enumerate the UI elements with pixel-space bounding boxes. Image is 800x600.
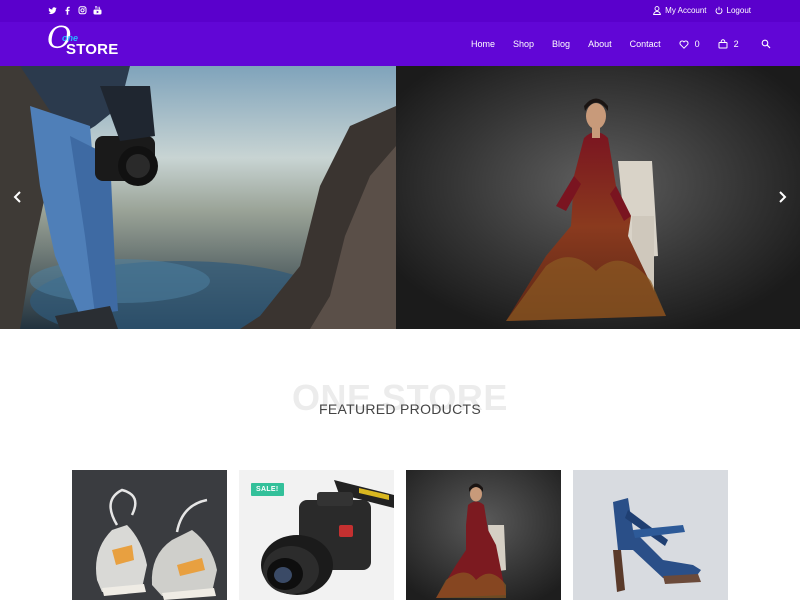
chevron-left-icon [11, 189, 25, 205]
sneakers-image [72, 470, 227, 600]
slider-prev-button[interactable] [11, 189, 25, 205]
nav-item-about[interactable]: About [588, 39, 612, 49]
main-header: O one STORE Home Shop Blog About Contact… [0, 22, 800, 66]
instagram-icon[interactable] [78, 5, 87, 16]
high-heel-image [573, 470, 728, 600]
sale-badge: SALE! [251, 483, 284, 496]
chevron-right-icon [775, 189, 789, 205]
my-account-link[interactable]: My Account [653, 6, 707, 15]
search-button[interactable] [761, 39, 771, 49]
product-card-camera[interactable]: SALE! [239, 470, 394, 600]
wishlist-button[interactable]: 0 [679, 39, 700, 49]
gown-image [406, 470, 561, 600]
heart-icon [679, 40, 689, 49]
nav-item-contact[interactable]: Contact [630, 39, 661, 49]
site-logo[interactable]: O one STORE [47, 24, 122, 60]
main-nav: Home Shop Blog About Contact 0 2 [471, 39, 771, 49]
product-card-sneakers[interactable] [72, 470, 227, 600]
logout-label: Logout [726, 6, 751, 15]
hero-slider[interactable] [0, 66, 800, 329]
twitter-icon[interactable] [48, 5, 57, 16]
facebook-icon[interactable] [63, 5, 72, 16]
slide-woman-in-gown-image [396, 66, 800, 329]
section-title: FEATURED PRODUCTS [319, 401, 481, 417]
logout-link[interactable]: Logout [715, 6, 751, 15]
slide-photographer-image [0, 66, 396, 329]
cart-count: 2 [733, 39, 739, 49]
slider-next-button[interactable] [775, 189, 789, 205]
power-icon [715, 6, 723, 15]
top-bar: My Account Logout [0, 0, 800, 22]
user-icon [653, 6, 662, 15]
product-card-gown[interactable] [406, 470, 561, 600]
product-card-heels[interactable] [573, 470, 728, 600]
cart-button[interactable]: 2 [718, 39, 739, 49]
logo-word: STORE [66, 41, 119, 58]
social-links [48, 5, 102, 16]
search-icon [761, 39, 771, 49]
shopping-bag-icon [718, 39, 728, 49]
nav-item-shop[interactable]: Shop [513, 39, 534, 49]
nav-item-blog[interactable]: Blog [552, 39, 570, 49]
featured-section-heading: ONE STORE FEATURED PRODUCTS [0, 378, 800, 428]
wishlist-count: 0 [694, 39, 700, 49]
my-account-label: My Account [665, 6, 707, 15]
youtube-icon[interactable] [93, 5, 102, 16]
account-links: My Account Logout [647, 6, 751, 15]
nav-item-home[interactable]: Home [471, 39, 495, 49]
